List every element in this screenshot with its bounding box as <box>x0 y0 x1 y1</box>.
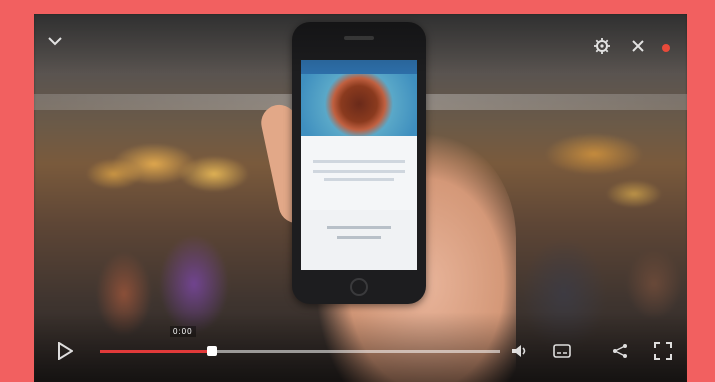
phone-app-text-line <box>313 170 405 173</box>
bottom-controls-shade <box>34 312 687 382</box>
captions-icon[interactable] <box>552 342 572 360</box>
chevron-down-icon[interactable] <box>46 32 64 50</box>
phone-screen <box>301 60 417 270</box>
top-controls-shade <box>34 14 687 74</box>
share-icon[interactable] <box>610 342 630 360</box>
gear-icon[interactable] <box>592 36 612 56</box>
phone-app-footer <box>301 210 417 270</box>
fullscreen-icon[interactable] <box>652 340 674 362</box>
progress-bar[interactable] <box>100 346 500 356</box>
phone-app-text-line <box>313 160 405 163</box>
app-frame: 0:00 <box>0 0 715 382</box>
volume-icon[interactable] <box>510 342 530 360</box>
time-label: 0:00 <box>170 326 196 337</box>
phone-app-text-line <box>324 178 394 181</box>
phone-app-footer-line <box>337 236 381 239</box>
phone-home-button <box>350 278 368 296</box>
progress-handle[interactable] <box>207 346 217 356</box>
live-indicator <box>662 44 670 52</box>
phone-app-footer-line <box>327 226 391 229</box>
progress-fill <box>100 350 212 353</box>
phone-app-hero-image <box>301 74 417 136</box>
close-icon[interactable] <box>630 38 646 54</box>
video-player[interactable]: 0:00 <box>34 14 687 382</box>
play-icon[interactable] <box>54 340 76 362</box>
